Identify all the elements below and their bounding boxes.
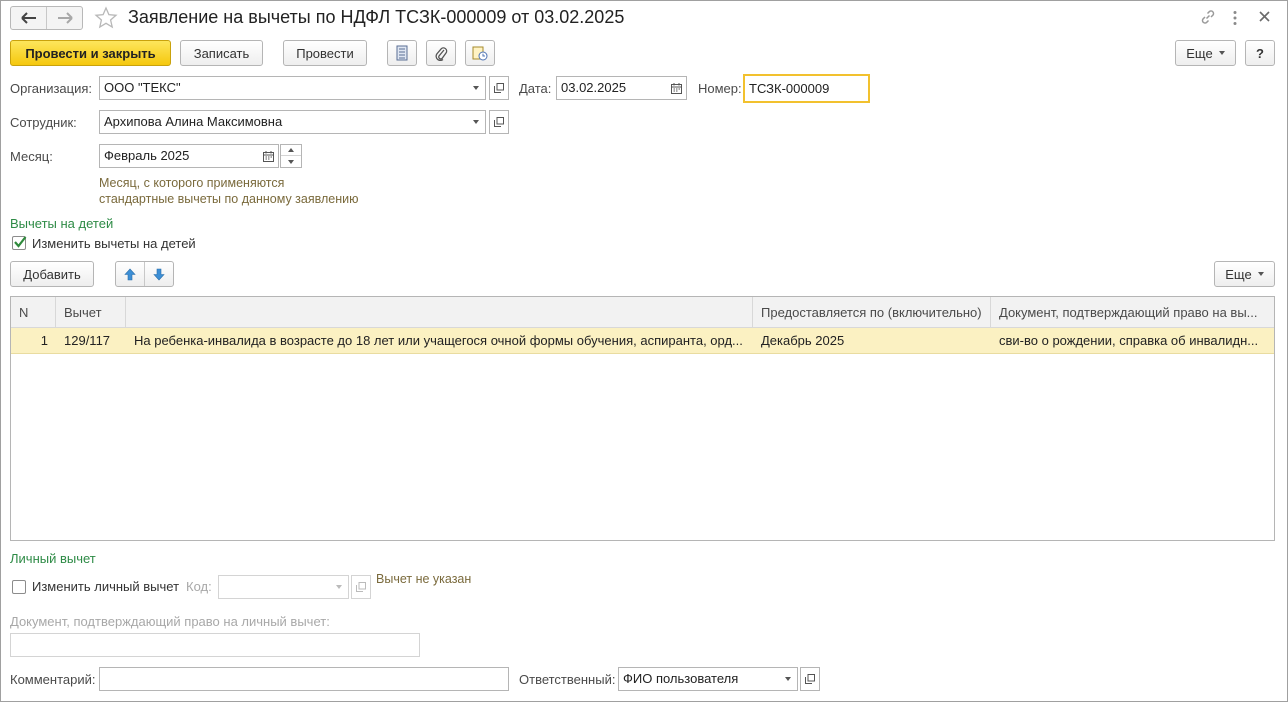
- responsible-open-button[interactable]: [800, 667, 820, 691]
- column-header-n[interactable]: N: [11, 297, 56, 328]
- date-field[interactable]: 03.02.2025: [556, 76, 668, 100]
- org-dropdown-button[interactable]: [466, 76, 486, 100]
- forward-button[interactable]: [46, 7, 82, 29]
- more-button-label: Еще: [1186, 45, 1213, 61]
- change-personal-label[interactable]: Изменить личный вычет: [32, 579, 179, 594]
- responsible-field[interactable]: ФИО пользователя: [618, 667, 779, 691]
- paperclip-icon: [435, 47, 448, 61]
- table-more-label: Еще: [1225, 266, 1252, 282]
- open-window-icon: [494, 117, 504, 127]
- column-header-document[interactable]: Документ, подтверждающий право на вы...: [991, 297, 1276, 328]
- cell-n: 1: [40, 333, 48, 348]
- add-row-button[interactable]: Добавить: [10, 261, 94, 287]
- chevron-down-icon: [1257, 272, 1264, 276]
- change-personal-checkbox[interactable]: [12, 580, 26, 594]
- org-open-button[interactable]: [489, 76, 509, 100]
- back-button[interactable]: [11, 7, 46, 29]
- window-title: Заявление на вычеты по НДФЛ ТСЗК-000009 …: [128, 7, 625, 27]
- move-up-button[interactable]: [116, 262, 145, 286]
- deduction-not-set-text: Вычет не указан: [376, 572, 472, 586]
- employee-dropdown-button[interactable]: [466, 110, 486, 134]
- column-header-deduction[interactable]: Вычет: [56, 297, 126, 328]
- month-spinner-up[interactable]: [281, 145, 301, 156]
- cell-description: На ребенка-инвалида в возрасте до 18 лет…: [134, 333, 743, 348]
- calendar-icon: [263, 150, 274, 162]
- more-button[interactable]: Еще: [1175, 40, 1236, 66]
- post-button[interactable]: Провести: [283, 40, 367, 66]
- chevron-down-icon: [472, 120, 479, 124]
- chevron-down-icon: [288, 159, 294, 164]
- employee-open-button[interactable]: [489, 110, 509, 134]
- close-icon[interactable]: [1259, 11, 1270, 22]
- save-button[interactable]: Записать: [180, 40, 263, 66]
- document-list-button[interactable]: [387, 40, 417, 66]
- column-header-description[interactable]: [126, 297, 753, 328]
- date-label: Дата:: [519, 81, 552, 96]
- responsible-label: Ответственный:: [519, 672, 616, 687]
- org-label: Организация:: [10, 81, 93, 96]
- report-clock-icon: [472, 46, 488, 61]
- attach-button[interactable]: [426, 40, 456, 66]
- personal-doc-label: Документ, подтверждающий право на личный…: [10, 614, 330, 629]
- month-spinner-down[interactable]: [281, 156, 301, 167]
- post-and-close-button[interactable]: Провести и закрыть: [10, 40, 171, 66]
- checkmark-icon: [14, 236, 27, 248]
- children-section-title: Вычеты на детей: [10, 216, 114, 231]
- org-field[interactable]: ООО "ТЕКС": [99, 76, 467, 100]
- open-window-icon: [805, 674, 815, 684]
- more-vertical-icon[interactable]: [1232, 10, 1238, 26]
- month-field[interactable]: Февраль 2025: [99, 144, 260, 168]
- comment-label: Комментарий:: [10, 672, 96, 687]
- comment-field[interactable]: [99, 667, 509, 691]
- chevron-up-icon: [288, 148, 294, 152]
- calendar-icon: [671, 82, 682, 94]
- date-calendar-button[interactable]: [667, 76, 687, 100]
- table-more-button[interactable]: Еще: [1214, 261, 1275, 287]
- month-calendar-button[interactable]: [259, 144, 279, 168]
- code-open-button[interactable]: [351, 575, 371, 599]
- personal-section-title: Личный вычет: [10, 551, 96, 566]
- number-label: Номер:: [698, 81, 742, 96]
- personal-doc-field[interactable]: [10, 633, 420, 657]
- table-row[interactable]: 1 129/117 На ребенка-инвалида в возрасте…: [11, 328, 1274, 354]
- link-icon[interactable]: [1200, 9, 1216, 25]
- code-label: Код:: [186, 579, 212, 594]
- cell-until: Декабрь 2025: [761, 333, 845, 348]
- change-children-checkbox[interactable]: [12, 236, 27, 250]
- open-window-icon: [494, 83, 504, 93]
- employee-field[interactable]: Архипова Алина Максимовна: [99, 110, 467, 134]
- month-label: Месяц:: [10, 149, 53, 164]
- arrow-left-icon: [20, 12, 36, 24]
- chevron-down-icon: [1218, 51, 1225, 55]
- responsible-dropdown-button[interactable]: [778, 667, 798, 691]
- month-spinner[interactable]: [280, 144, 302, 168]
- move-buttons: [115, 261, 174, 287]
- open-window-icon: [356, 582, 366, 592]
- chevron-down-icon: [784, 677, 791, 681]
- change-children-label[interactable]: Изменить вычеты на детей: [32, 236, 196, 251]
- arrow-down-icon: [153, 268, 165, 280]
- number-field[interactable]: ТСЗК-000009: [743, 74, 870, 103]
- cell-code: 129/117: [64, 333, 111, 348]
- code-dropdown-button[interactable]: [329, 575, 349, 599]
- column-header-until[interactable]: Предоставляется по (включительно): [753, 297, 991, 328]
- month-hint-line-1: Месяц, с которого применяются: [99, 176, 285, 190]
- children-deductions-table[interactable]: N Вычет Предоставляется по (включительно…: [10, 296, 1275, 541]
- report-button[interactable]: [465, 40, 495, 66]
- move-down-button[interactable]: [145, 262, 173, 286]
- list-document-icon: [396, 45, 408, 61]
- employee-label: Сотрудник:: [10, 115, 77, 130]
- help-button[interactable]: ?: [1245, 40, 1275, 66]
- chevron-down-icon: [335, 585, 342, 589]
- month-hint-line-2: стандартные вычеты по данному заявлению: [99, 192, 359, 206]
- table-header: N Вычет Предоставляется по (включительно…: [11, 297, 1274, 328]
- arrow-right-icon: [57, 12, 73, 24]
- navigation-buttons: [10, 6, 83, 30]
- cell-document: сви-во о рождении, справка об инвалидн..…: [999, 333, 1259, 348]
- chevron-down-icon: [472, 86, 479, 90]
- code-field[interactable]: [218, 575, 330, 599]
- favorite-star-icon[interactable]: [94, 6, 118, 30]
- arrow-up-icon: [124, 268, 136, 280]
